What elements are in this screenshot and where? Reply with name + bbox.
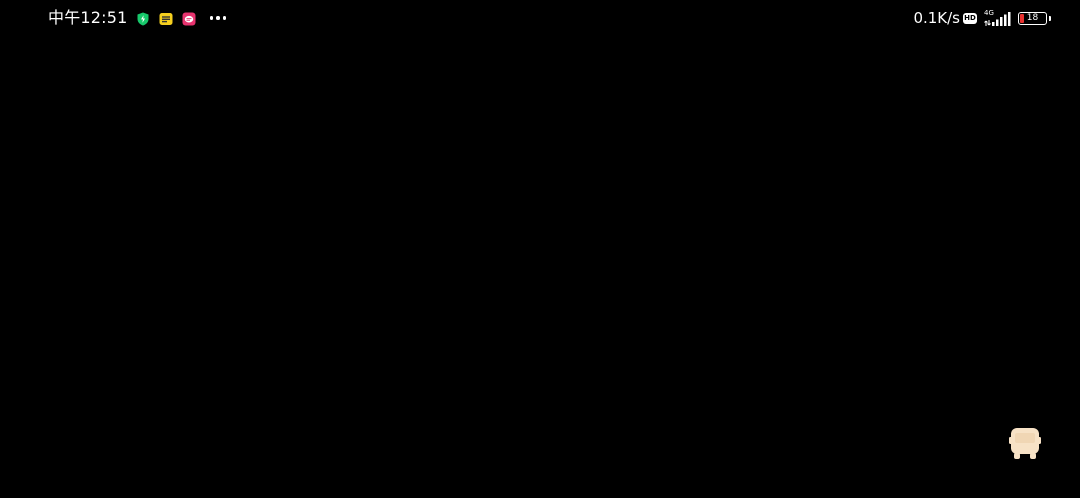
battery-level: 18	[1026, 12, 1039, 23]
clock: 中午12:51	[48, 8, 128, 27]
network-type: 4G	[984, 9, 994, 17]
signal-icon: 4G	[984, 9, 1012, 26]
battery-tip	[1048, 15, 1051, 21]
network-speed: 0.1K/s	[913, 9, 960, 27]
status-bar: 中午12:51 0.1K/s HD 4G 18	[0, 0, 1080, 36]
status-bar-right: 0.1K/s HD 4G 18	[913, 7, 1051, 29]
battery-icon: 18	[1018, 11, 1051, 25]
status-bar-left: 中午12:51	[48, 7, 227, 29]
hd-badge: HD	[963, 12, 977, 24]
floating-bus-button[interactable]	[1009, 427, 1041, 460]
message-app-icon	[182, 11, 196, 26]
more-dots-icon	[209, 11, 227, 25]
bus-icon	[1009, 428, 1041, 463]
app-screen: 中午12:51 0.1K/s HD 4G 18	[0, 0, 1080, 498]
shield-icon	[136, 11, 150, 26]
news-app-icon	[159, 11, 173, 25]
